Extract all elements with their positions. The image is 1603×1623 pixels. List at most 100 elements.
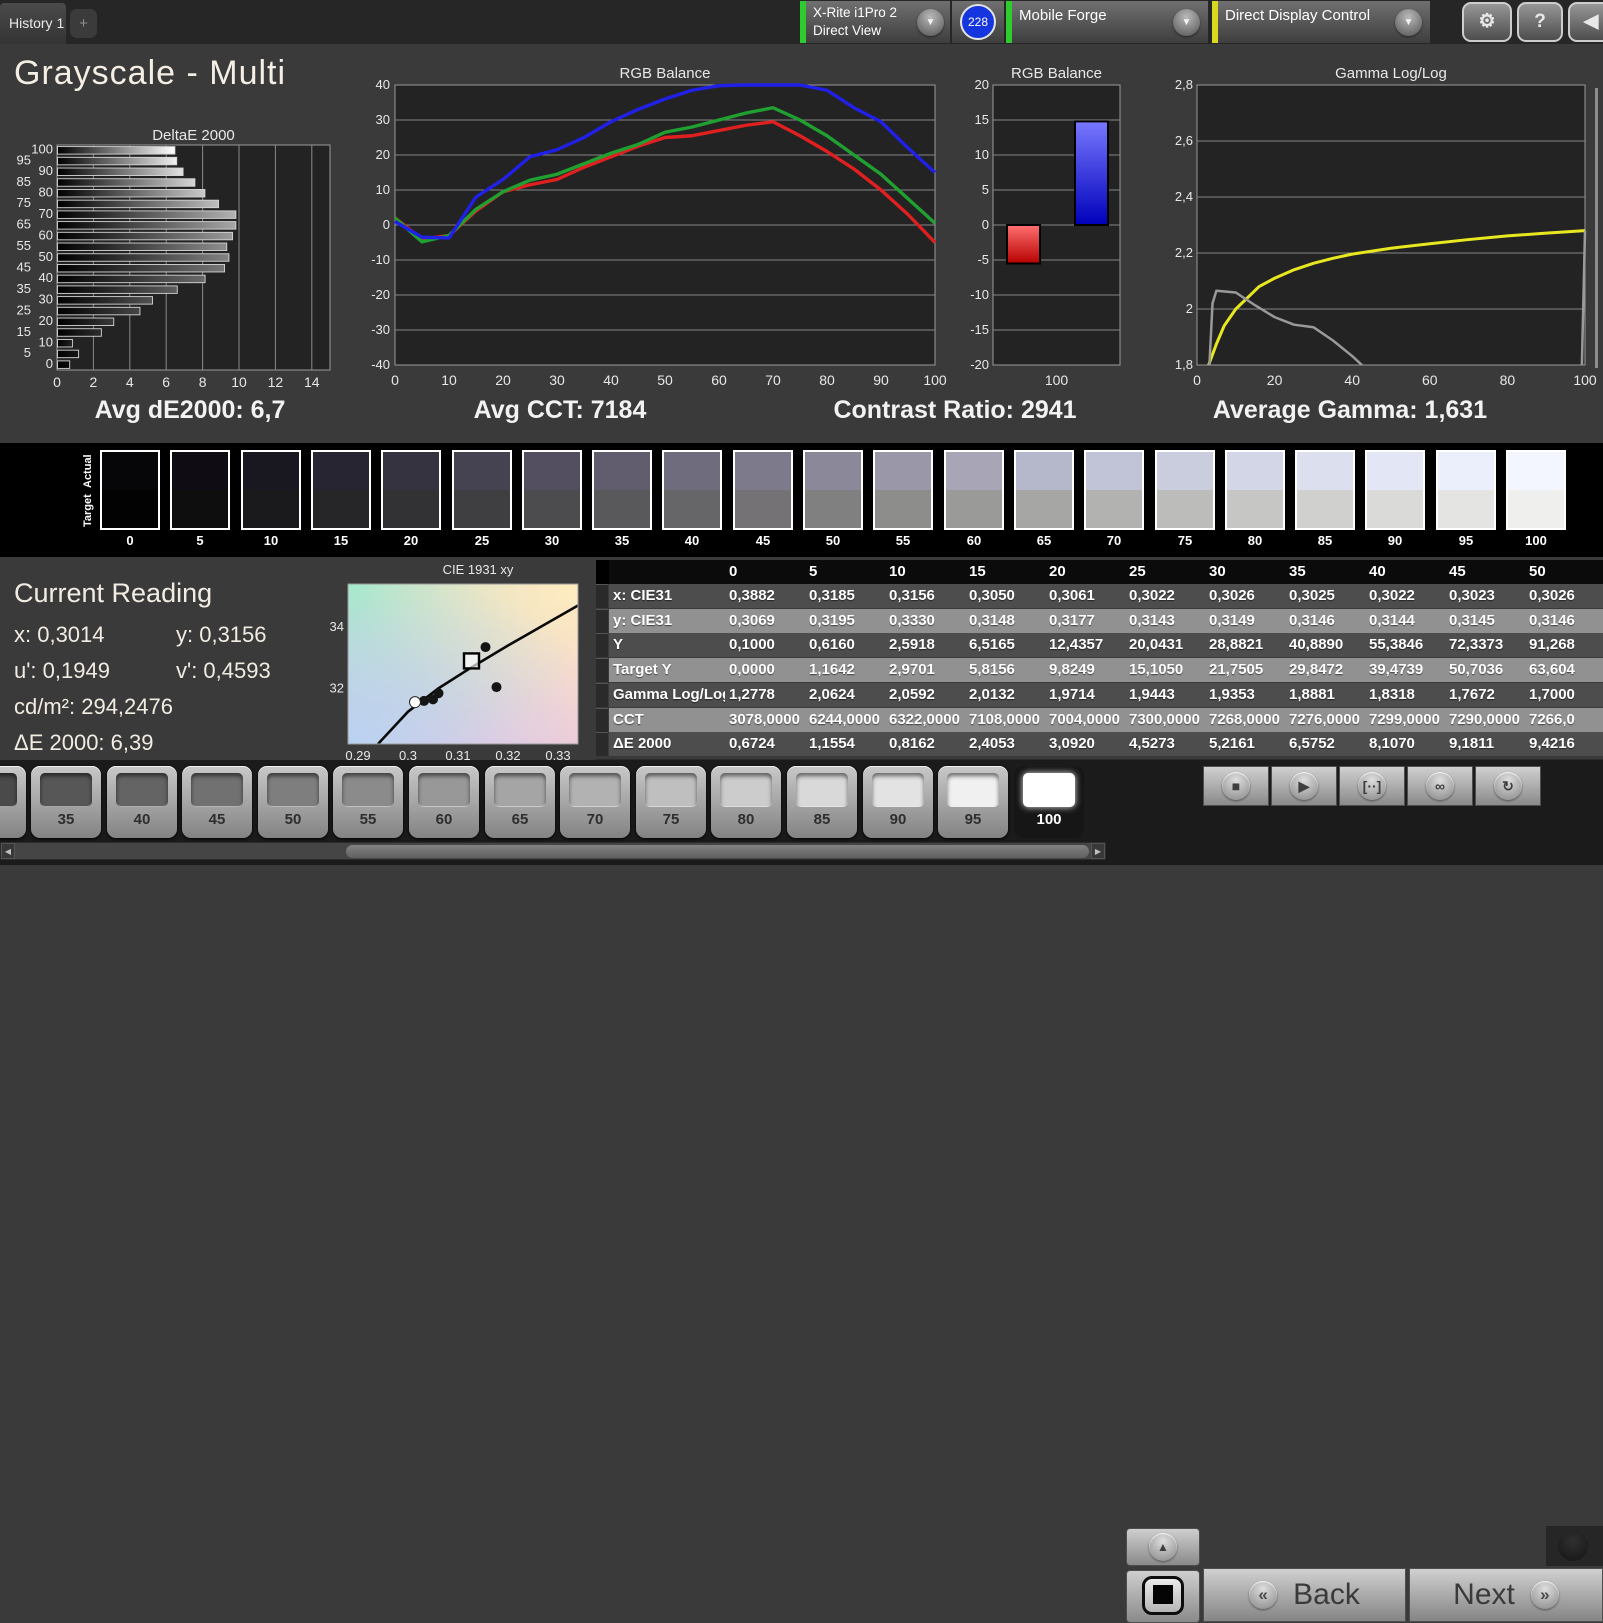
level-button-95[interactable]: 95 (938, 766, 1008, 838)
deltae-bar (57, 221, 237, 230)
level-button-35[interactable]: 35 (31, 766, 101, 838)
level-button-30[interactable]: 30 (0, 766, 26, 838)
table-row-gutter[interactable] (596, 608, 608, 633)
tick-label: 30 (376, 112, 390, 127)
tick-label: 65 (17, 217, 31, 232)
table-cell: 3,0920 (1049, 735, 1095, 753)
collapse-panel-button[interactable]: ◀ (1568, 2, 1603, 42)
gamma-loglog-chart: Gamma Log/Log 1,8 2 2,2 2,4 2,6 2,8 0 20 40 60 80 10… (1152, 60, 1603, 395)
ramp-target-color (383, 490, 439, 528)
table-cell: 1,7672 (1449, 685, 1495, 703)
ramp-swatch-35 (592, 450, 652, 530)
level-button-85[interactable]: 85 (787, 766, 857, 838)
table-cell: 1,8881 (1289, 685, 1335, 703)
ramp-target-color (664, 490, 720, 528)
continuous-button[interactable]: ∞ (1407, 766, 1473, 806)
tick-label: 2 (90, 374, 98, 390)
tick-label: 0 (46, 356, 53, 371)
level-button-100[interactable]: 100 (1014, 766, 1084, 838)
pattern-window-up-button[interactable]: ▲ (1126, 1528, 1200, 1566)
table-row-gutter[interactable] (596, 584, 608, 608)
table-col-header: 30 (1209, 563, 1226, 580)
source-status-indicator (1006, 1, 1012, 43)
level-button-50[interactable]: 50 (258, 766, 328, 838)
level-button-75[interactable]: 75 (636, 766, 706, 838)
table-row-gutter[interactable] (596, 682, 608, 707)
settings-button[interactable]: ⚙ (1462, 2, 1512, 42)
history-tab[interactable]: History 1 (0, 3, 66, 44)
tick-label: 85 (17, 174, 31, 189)
tick-label: CIE 1931 xy (443, 562, 514, 577)
play-button[interactable]: ▶ (1271, 766, 1337, 806)
bottom-hscroll-thumb[interactable] (346, 845, 1089, 858)
table-cell: 0,3025 (1289, 587, 1335, 604)
rgb-balance-bar-chart: RGB Balance -20 -15 -10 -5 0 5 10 15 20 100 (955, 60, 1150, 395)
level-button-60[interactable]: 60 (409, 766, 479, 838)
level-swatch (494, 773, 546, 807)
chart-edge-strip (1595, 88, 1598, 368)
table-cell: 4,5273 (1129, 735, 1175, 753)
tick-label: 50 (39, 249, 53, 264)
ramp-swatch-90 (1365, 450, 1425, 530)
tick-label: 60 (711, 372, 727, 388)
current-point (409, 696, 421, 709)
scroll-left-arrow-icon[interactable]: ◀ (1, 843, 15, 859)
source-dropdown[interactable]: Mobile Forge ▼ (1006, 1, 1208, 43)
stop-button[interactable]: ■ (1203, 766, 1269, 806)
table-cell: 55,3846 (1369, 636, 1424, 654)
chevron-down-icon[interactable]: ▼ (1173, 9, 1200, 36)
deltae-2000-chart: DeltaE 2000 0 2 4 6 8 10 12 14 0 5 10 15 20 25 30 35 40 45… (0, 60, 345, 395)
rgb-line-svg: RGB Balance -40 -30 -20 -10 0 10 20 30 40 0 10 20 30 4… (371, 65, 947, 388)
ramp-swatch-label: 5 (196, 533, 204, 548)
level-button-90[interactable]: 90 (863, 766, 933, 838)
level-button-70[interactable]: 70 (560, 766, 630, 838)
grayscale-ramp: Actual Target 0 5 10 15 20 25 30 35 40 45 50 55 60 65… (0, 443, 1603, 557)
table-cell: 39,4739 (1369, 661, 1424, 679)
level-button-80[interactable]: 80 (711, 766, 781, 838)
table-cell: 7300,0000 (1129, 710, 1200, 728)
tick-label: -40 (371, 357, 390, 372)
level-button-45[interactable]: 45 (182, 766, 252, 838)
tick-label: 20 (495, 372, 511, 388)
display-control-dropdown[interactable]: Direct Display Control ▼ (1212, 1, 1430, 43)
refresh-button[interactable]: ↻ (1475, 766, 1541, 806)
table-row-gutter[interactable] (596, 658, 608, 683)
level-button-65[interactable]: 65 (485, 766, 555, 838)
level-swatch (0, 773, 17, 807)
badge-panel: 228 (952, 1, 1004, 43)
level-button-40[interactable]: 40 (107, 766, 177, 838)
table-row-gutter[interactable] (596, 732, 608, 757)
ramp-target-color (1297, 490, 1353, 528)
ramp-target-color (524, 490, 580, 528)
scroll-right-arrow-icon[interactable]: ▶ (1091, 843, 1105, 859)
level-button-55[interactable]: 55 (333, 766, 403, 838)
marker-button[interactable]: [··] (1339, 766, 1405, 806)
meter-dropdown[interactable]: X-Rite i1Pro 2 Direct View ▼ (800, 1, 950, 43)
help-button[interactable]: ? (1517, 2, 1563, 42)
measurement-table: 0 5 10 15 20 25 30 35 40 45 50 x: CIE31 0,3882 0,3185… (596, 558, 1603, 778)
infinity-icon: ∞ (1426, 772, 1454, 800)
table-cell: 0,3144 (1369, 611, 1415, 629)
stop-icon: ■ (1222, 772, 1250, 800)
add-tab-button[interactable]: + (70, 9, 97, 38)
back-chevrons-icon: « (1249, 1581, 1278, 1609)
table-col-header: 10 (889, 563, 906, 580)
tick-label: 50 (657, 372, 673, 388)
bottom-hscrollbar[interactable]: ◀ ▶ (0, 842, 1106, 860)
next-button[interactable]: Next » (1409, 1568, 1603, 1622)
chevron-down-icon[interactable]: ▼ (917, 9, 944, 36)
table-cell: 50,7036 (1449, 661, 1504, 679)
tick-label: 95 (17, 152, 31, 167)
tick-label: 2 (1186, 301, 1193, 316)
table-row-gutter[interactable] (596, 633, 608, 658)
back-label: Back (1293, 1578, 1360, 1611)
ramp-actual-color (1438, 452, 1494, 490)
chevron-down-icon[interactable]: ▼ (1395, 9, 1422, 36)
ramp-actual-color (664, 452, 720, 490)
back-button[interactable]: « Back (1203, 1568, 1406, 1622)
table-row-gutter[interactable] (596, 707, 608, 732)
pattern-window-button[interactable] (1126, 1570, 1200, 1623)
ramp-actual-color (454, 452, 510, 490)
tick-label: 5 (982, 182, 989, 197)
ramp-actual-color (875, 452, 931, 490)
